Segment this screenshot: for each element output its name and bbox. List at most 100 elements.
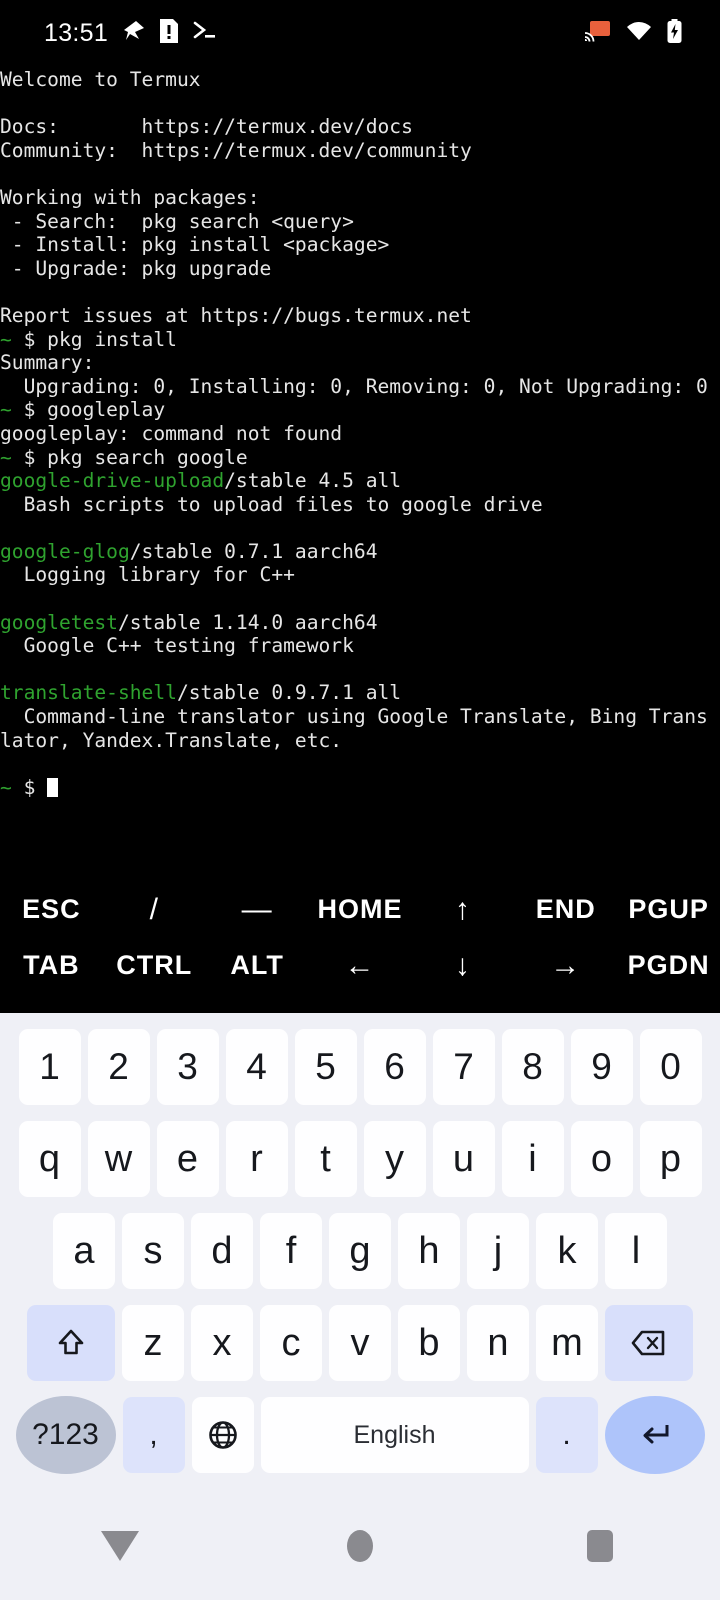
- keyboard-row-space: ?123 , English .: [3, 1389, 717, 1481]
- key-d[interactable]: d: [191, 1213, 253, 1289]
- extra-key-[interactable]: ↓: [411, 949, 514, 983]
- terminal-cursor: [47, 777, 59, 797]
- extra-key-ctrl[interactable]: CTRL: [103, 950, 206, 981]
- key-l[interactable]: l: [605, 1213, 667, 1289]
- backspace-key[interactable]: [605, 1305, 693, 1381]
- key-8[interactable]: 8: [501, 1029, 564, 1105]
- space-key[interactable]: English: [260, 1397, 529, 1473]
- terminal-line: ~ $ googleplay: [0, 398, 720, 422]
- key-j[interactable]: j: [467, 1213, 529, 1289]
- key-x[interactable]: x: [191, 1305, 253, 1381]
- terminal-line: ~ $ pkg install: [0, 328, 720, 352]
- extra-key-[interactable]: →: [514, 949, 617, 983]
- terminal-line: ~ $ pkg search google: [0, 446, 720, 470]
- extra-key-[interactable]: /: [103, 893, 206, 927]
- key-h[interactable]: h: [398, 1213, 460, 1289]
- extra-key-home[interactable]: HOME: [309, 894, 412, 925]
- key-1[interactable]: 1: [18, 1029, 81, 1105]
- key-v[interactable]: v: [329, 1305, 391, 1381]
- terminal-text: $ pkg install: [11, 327, 177, 351]
- key-u[interactable]: u: [432, 1121, 495, 1197]
- extra-key-[interactable]: ←: [309, 949, 412, 983]
- extra-key-pgdn[interactable]: PGDN: [617, 950, 720, 981]
- terminal-output[interactable]: Welcome to Termux Docs: https://termux.de…: [0, 68, 720, 854]
- key-e[interactable]: e: [156, 1121, 219, 1197]
- key-0[interactable]: 0: [639, 1029, 702, 1105]
- key-6[interactable]: 6: [363, 1029, 426, 1105]
- extra-key-[interactable]: —: [206, 893, 309, 927]
- extra-key-tab[interactable]: TAB: [0, 950, 103, 981]
- shift-key[interactable]: [27, 1305, 115, 1381]
- terminal-text: $: [11, 775, 48, 799]
- key-7[interactable]: 7: [432, 1029, 495, 1105]
- key-2[interactable]: 2: [87, 1029, 150, 1105]
- notification-icon: [122, 19, 146, 48]
- terminal-text: $ pkg search google: [11, 445, 248, 469]
- terminal-text: googletest: [0, 610, 118, 634]
- terminal-line: Docs: https://termux.dev/docs: [0, 115, 720, 139]
- backspace-icon: [631, 1330, 665, 1356]
- key-q[interactable]: q: [18, 1121, 81, 1197]
- terminal-line: Command-line translator using Google Tra…: [0, 705, 720, 729]
- key-4[interactable]: 4: [225, 1029, 288, 1105]
- terminal-text: Docs: https://termux.dev/docs: [0, 115, 413, 139]
- key-k[interactable]: k: [536, 1213, 598, 1289]
- key-c[interactable]: c: [260, 1305, 322, 1381]
- key-f[interactable]: f: [260, 1213, 322, 1289]
- home-circle-icon: [347, 1529, 373, 1562]
- key-g[interactable]: g: [329, 1213, 391, 1289]
- key-y[interactable]: y: [363, 1121, 426, 1197]
- key-o[interactable]: o: [570, 1121, 633, 1197]
- keyboard-row-numbers: 1234567890: [3, 1021, 717, 1113]
- recents-square-icon: [587, 1529, 613, 1562]
- extra-key-esc[interactable]: ESC: [0, 894, 103, 925]
- extra-key-pgup[interactable]: PGUP: [617, 894, 720, 925]
- comma-key[interactable]: ,: [122, 1397, 185, 1473]
- key-i[interactable]: i: [501, 1121, 564, 1197]
- key-w[interactable]: w: [87, 1121, 150, 1197]
- terminal-text: Upgrading: 0, Installing: 0, Removing: 0…: [0, 374, 708, 398]
- terminal-line: Bash scripts to upload files to google d…: [0, 493, 720, 517]
- status-bar-left: 13:51: [0, 18, 218, 48]
- terminal-line: Summary:: [0, 351, 720, 375]
- terminal-icon: [192, 19, 218, 48]
- key-b[interactable]: b: [398, 1305, 460, 1381]
- enter-key[interactable]: [604, 1396, 705, 1474]
- extra-keys-row-2: TAB CTRL ALT ← ↓ → PGDN: [0, 938, 720, 994]
- terminal-line: googletest/stable 1.14.0 aarch64: [0, 611, 720, 635]
- key-n[interactable]: n: [467, 1305, 529, 1381]
- terminal-text: googleplay: command not found: [0, 421, 343, 445]
- key-t[interactable]: t: [294, 1121, 357, 1197]
- key-z[interactable]: z: [122, 1305, 184, 1381]
- key-p[interactable]: p: [639, 1121, 702, 1197]
- key-a[interactable]: a: [53, 1213, 115, 1289]
- symbols-key[interactable]: ?123: [15, 1396, 116, 1474]
- key-9[interactable]: 9: [570, 1029, 633, 1105]
- key-r[interactable]: r: [225, 1121, 288, 1197]
- terminal-text: /stable 4.5 all: [224, 469, 402, 493]
- cast-icon: [584, 20, 611, 47]
- extra-key-[interactable]: ↑: [411, 893, 514, 927]
- nav-home-button[interactable]: [240, 1529, 480, 1562]
- terminal-line: googleplay: command not found: [0, 422, 720, 446]
- period-key[interactable]: .: [535, 1397, 598, 1473]
- key-3[interactable]: 3: [156, 1029, 219, 1105]
- sim-card-alert-icon: [160, 18, 179, 48]
- terminal-line: Logging library for C++: [0, 563, 720, 587]
- soft-keyboard: 1234567890 qwertyuiop asdfghjkl zxcvbnm …: [0, 1013, 720, 1491]
- keyboard-row-qwerty: qwertyuiop: [3, 1113, 717, 1205]
- wifi-icon: [626, 20, 652, 47]
- key-s[interactable]: s: [122, 1213, 184, 1289]
- key-m[interactable]: m: [536, 1305, 598, 1381]
- globe-icon[interactable]: [191, 1397, 254, 1473]
- phone-screen: 13:51 Welcome to Termux Docs: https://te…: [0, 0, 720, 1600]
- key-5[interactable]: 5: [294, 1029, 357, 1105]
- nav-back-button[interactable]: [0, 1530, 240, 1561]
- extra-key-end[interactable]: END: [514, 894, 617, 925]
- terminal-line: Welcome to Termux: [0, 68, 720, 92]
- nav-recents-button[interactable]: [480, 1529, 720, 1562]
- extra-key-alt[interactable]: ALT: [206, 950, 309, 981]
